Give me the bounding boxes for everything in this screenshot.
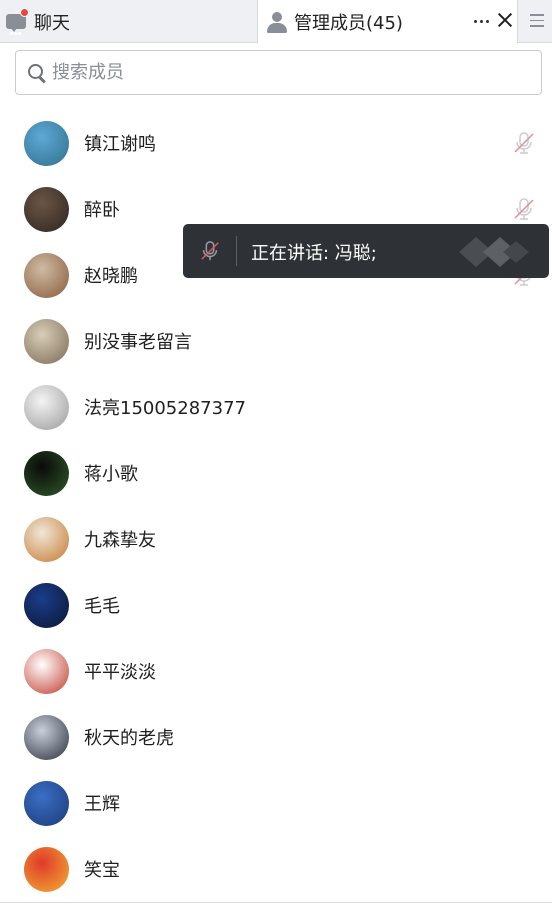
member-row[interactable]: 王辉 (0, 770, 552, 836)
member-name: 九森挚友 (84, 530, 156, 551)
avatar[interactable] (24, 648, 69, 694)
member-row[interactable]: 笑宝 (0, 836, 552, 902)
avatar[interactable] (24, 120, 69, 166)
member-name: 秋天的老虎 (84, 728, 174, 749)
search-input[interactable] (52, 62, 512, 83)
tab-chat[interactable]: 聊天 (0, 0, 257, 43)
person-icon (266, 11, 288, 33)
member-name: 平平淡淡 (84, 662, 156, 683)
speaking-text: 正在讲话: 冯聪; (251, 243, 377, 264)
avatar[interactable] (24, 846, 69, 892)
close-icon[interactable] (495, 10, 515, 30)
member-row[interactable]: 镇江谢鸣 (0, 110, 552, 176)
member-name: 王辉 (84, 794, 120, 815)
member-name: 镇江谢鸣 (84, 134, 156, 155)
member-name: 法亮15005287377 (84, 398, 246, 419)
speaking-toast: 正在讲话: 冯聪; (183, 224, 549, 278)
watermark-logo (459, 235, 529, 269)
member-row[interactable]: 秋天的老虎 (0, 704, 552, 770)
tab-members[interactable]: 管理成员(45) (257, 0, 518, 43)
member-row[interactable]: 法亮15005287377 (0, 374, 552, 440)
member-name: 毛毛 (84, 596, 120, 617)
tab-chat-label: 聊天 (34, 12, 70, 34)
unread-badge (20, 7, 29, 17)
menu-icon[interactable] (530, 14, 544, 28)
member-row[interactable]: 蒋小歌 (0, 440, 552, 506)
member-row[interactable]: 别没事老留言 (0, 308, 552, 374)
avatar[interactable] (24, 450, 69, 496)
search-box[interactable] (15, 50, 542, 95)
member-row[interactable]: 平平淡淡 (0, 638, 552, 704)
bottom-divider (0, 902, 552, 903)
avatar[interactable] (24, 186, 69, 232)
tab-members-label: 管理成员(45) (294, 12, 403, 34)
avatar[interactable] (24, 252, 69, 298)
member-row[interactable]: 九森挚友 (0, 506, 552, 572)
member-name: 赵晓鹏 (84, 266, 138, 287)
avatar[interactable] (24, 318, 69, 364)
mic-muted-icon[interactable] (512, 196, 536, 222)
avatar[interactable] (24, 714, 69, 760)
toast-divider (236, 236, 237, 266)
tab-bar: 聊天 管理成员(45) (0, 0, 552, 43)
member-name: 别没事老留言 (84, 332, 192, 353)
mic-muted-icon[interactable] (199, 238, 221, 264)
avatar[interactable] (24, 780, 69, 826)
chat-icon (6, 7, 29, 35)
avatar[interactable] (24, 384, 69, 430)
avatar[interactable] (24, 582, 69, 628)
member-name: 醉卧 (84, 200, 120, 221)
member-name: 蒋小歌 (84, 464, 138, 485)
avatar[interactable] (24, 516, 69, 562)
member-name: 笑宝 (84, 860, 120, 881)
mic-muted-icon[interactable] (512, 130, 536, 156)
search-icon (28, 63, 46, 83)
member-row[interactable]: 毛毛 (0, 572, 552, 638)
more-icon[interactable] (470, 10, 492, 32)
